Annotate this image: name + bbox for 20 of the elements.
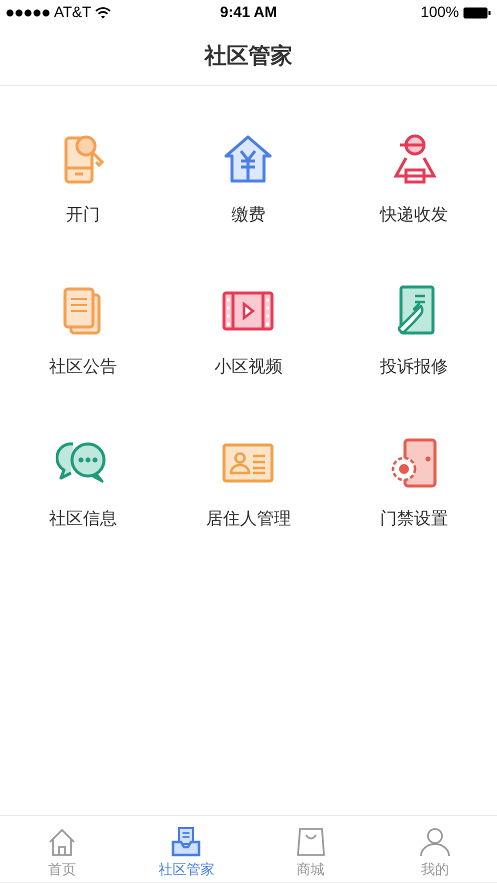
tile-label[interactable]: 缴费 bbox=[231, 202, 266, 228]
tile-label[interactable]: 居住人管理 bbox=[206, 506, 291, 532]
wifi-icon bbox=[95, 7, 112, 19]
battery-percent: 100% bbox=[420, 2, 459, 23]
inbox-icon[interactable] bbox=[170, 826, 202, 858]
tile-label[interactable]: 小区视频 bbox=[214, 354, 282, 380]
tile-label[interactable]: 开门 bbox=[66, 202, 100, 228]
tile-label[interactable]: 门禁设置 bbox=[380, 506, 448, 532]
signal-icon bbox=[6, 9, 50, 17]
shopping-bag-icon[interactable] bbox=[294, 826, 327, 858]
tile-label[interactable]: 投诉报修 bbox=[380, 354, 448, 380]
person-icon[interactable] bbox=[418, 826, 451, 858]
battery-icon bbox=[463, 7, 491, 19]
tile-label[interactable]: 社区信息 bbox=[48, 506, 117, 532]
page-title: 社区管家 bbox=[204, 42, 292, 70]
clock-time: 9:41 AM bbox=[220, 2, 277, 23]
tile-label[interactable]: 快递收发 bbox=[380, 202, 448, 228]
tile-label[interactable]: 社区公告 bbox=[48, 354, 117, 380]
carrier-name: AT&T bbox=[54, 2, 92, 23]
tab-label[interactable]: 社区管家 bbox=[158, 860, 214, 878]
